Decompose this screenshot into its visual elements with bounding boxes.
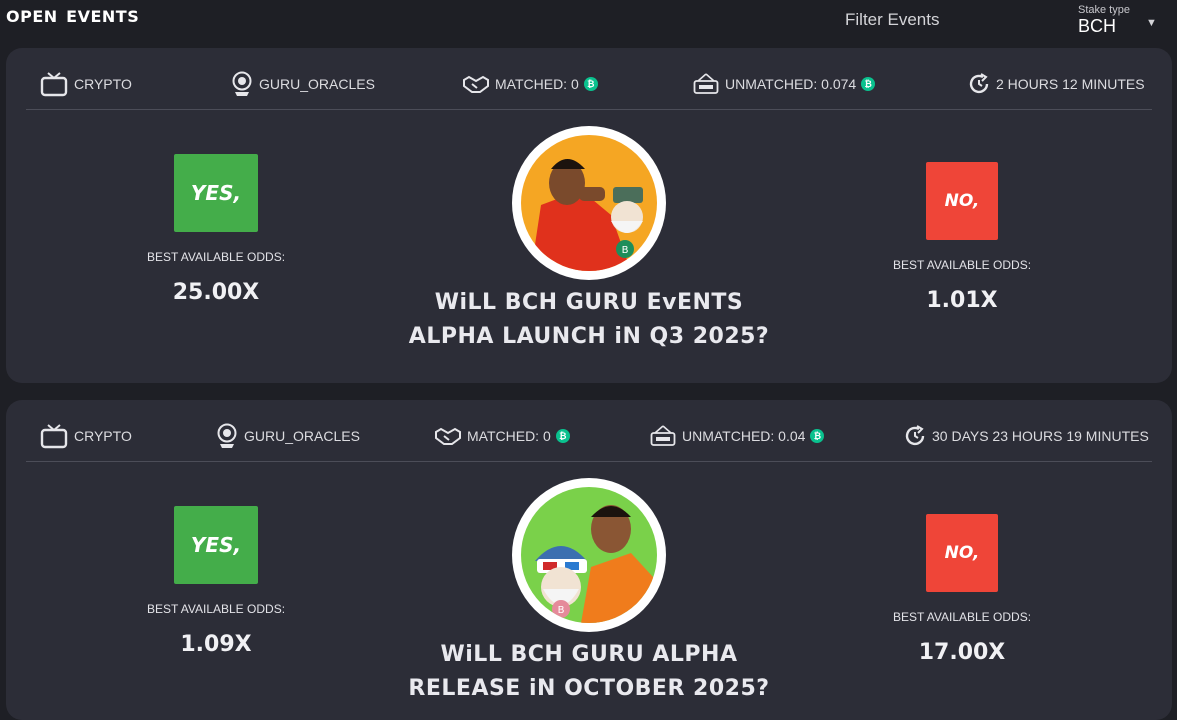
stake-type-label: Stake type	[1078, 4, 1130, 16]
event-avatar: B	[512, 126, 666, 280]
drake-approve-meme-image: B	[521, 487, 657, 623]
event-oracle[interactable]: GURU_ORACLES	[216, 418, 360, 454]
handshake-icon	[435, 426, 461, 446]
event-oracle[interactable]: GURU_ORACLES	[231, 66, 375, 102]
time-left-value: 30 DAYS 23 HOURS 19 MINUTES	[932, 428, 1149, 444]
category-label: CRYPTO	[74, 428, 132, 444]
event-time-left: 2 HOURS 12 MINUTES	[968, 66, 1145, 102]
yes-odds-value: 25.00X	[172, 280, 260, 305]
event-category: CRYPTO	[40, 66, 132, 102]
unmatched-value: UNMATCHED: 0.04	[682, 428, 806, 444]
no-button[interactable]: NO,	[926, 514, 998, 592]
no-button[interactable]: NO,	[926, 162, 998, 240]
bch-coin-icon: ₿	[810, 429, 825, 443]
event-meta-row: CRYPTO GURU_ORACLES MATCHED: 0 ₿ UNMATCH…	[26, 418, 1152, 458]
event-meta-row: CRYPTO GURU_ORACLES MATCHED: 0 ₿ UNMATCH…	[26, 66, 1152, 106]
event-matched: MATCHED: 0 ₿	[463, 66, 598, 102]
top-bar: oPEN EvENTS Filter Events Stake type BCH…	[0, 0, 1177, 46]
svg-text:B: B	[622, 245, 629, 256]
open-sign-icon	[693, 73, 719, 95]
yes-side: YES, BEST AVAILABLE ODDS: 1.09X	[96, 504, 336, 684]
bch-coin-icon: ₿	[861, 77, 876, 91]
question-line-2: ALPHA LAUNCH iN Q3 2025?	[408, 324, 770, 349]
no-side: NO, BEST AVAILABLE ODDS: 1.01X	[842, 160, 1082, 340]
event-avatar: B	[512, 478, 666, 632]
no-odds-label: BEST AVAILABLE ODDS:	[892, 610, 1032, 624]
unmatched-value: UNMATCHED: 0.074	[725, 76, 857, 92]
no-odds-label: BEST AVAILABLE ODDS:	[892, 258, 1032, 272]
tv-icon	[40, 423, 68, 449]
yes-button[interactable]: YES,	[174, 506, 258, 584]
filter-events-button[interactable]: Filter Events	[845, 10, 939, 30]
svg-text:B: B	[558, 605, 565, 616]
yes-side: YES, BEST AVAILABLE ODDS: 25.00X	[96, 152, 336, 332]
crystal-ball-icon	[216, 423, 238, 449]
oracle-label: GURU_ORACLES	[259, 76, 375, 92]
event-matched: MATCHED: 0 ₿	[435, 418, 570, 454]
stake-type-select[interactable]: Stake type BCH ▼	[1078, 4, 1170, 36]
no-odds-value: 17.00X	[918, 640, 1006, 665]
crystal-ball-icon	[231, 71, 253, 97]
event-card[interactable]: CRYPTO GURU_ORACLES MATCHED: 0 ₿ UNMATCH…	[6, 48, 1172, 383]
event-time-left: 30 DAYS 23 HOURS 19 MINUTES	[904, 418, 1149, 454]
chevron-down-icon: ▼	[1146, 17, 1157, 29]
yes-odds-label: BEST AVAILABLE ODDS:	[146, 602, 286, 616]
event-unmatched: UNMATCHED: 0.074 ₿	[693, 66, 876, 102]
event-question: WiLL BCH GURU EvENTS ALPHA LAUNCH iN Q3 …	[366, 286, 812, 354]
clock-refresh-icon	[968, 73, 990, 95]
tv-icon	[40, 71, 68, 97]
yes-odds-label: BEST AVAILABLE ODDS:	[146, 250, 286, 264]
clock-refresh-icon	[904, 425, 926, 447]
oracle-label: GURU_ORACLES	[244, 428, 360, 444]
divider	[26, 109, 1152, 110]
no-side: NO, BEST AVAILABLE ODDS: 17.00X	[842, 512, 1082, 692]
no-odds-value: 1.01X	[926, 288, 998, 313]
open-sign-icon	[650, 425, 676, 447]
yes-odds-value: 1.09X	[180, 632, 252, 657]
question-line-2: RELEASE iN OCTOBER 2025?	[408, 676, 770, 701]
matched-value: MATCHED: 0	[467, 428, 551, 444]
divider	[26, 461, 1152, 462]
handshake-icon	[463, 74, 489, 94]
matched-value: MATCHED: 0	[495, 76, 579, 92]
question-line-1: WiLL BCH GURU EvENTS	[434, 290, 744, 315]
question-line-1: WiLL BCH GURU ALPHA	[440, 642, 738, 667]
time-left-value: 2 HOURS 12 MINUTES	[996, 76, 1145, 92]
event-card[interactable]: CRYPTO GURU_ORACLES MATCHED: 0 ₿ UNMATCH…	[6, 400, 1172, 720]
bch-coin-icon: ₿	[583, 77, 598, 91]
category-label: CRYPTO	[74, 76, 132, 92]
event-unmatched: UNMATCHED: 0.04 ₿	[650, 418, 825, 454]
event-category: CRYPTO	[40, 418, 132, 454]
page-title: oPEN EvENTS	[6, 2, 140, 28]
event-question: WiLL BCH GURU ALPHA RELEASE iN OCTOBER 2…	[366, 638, 812, 706]
bch-coin-icon: ₿	[555, 429, 570, 443]
yes-button[interactable]: YES,	[174, 154, 258, 232]
stake-type-value: BCH	[1078, 16, 1117, 36]
drake-reject-meme-image: B	[521, 135, 657, 271]
